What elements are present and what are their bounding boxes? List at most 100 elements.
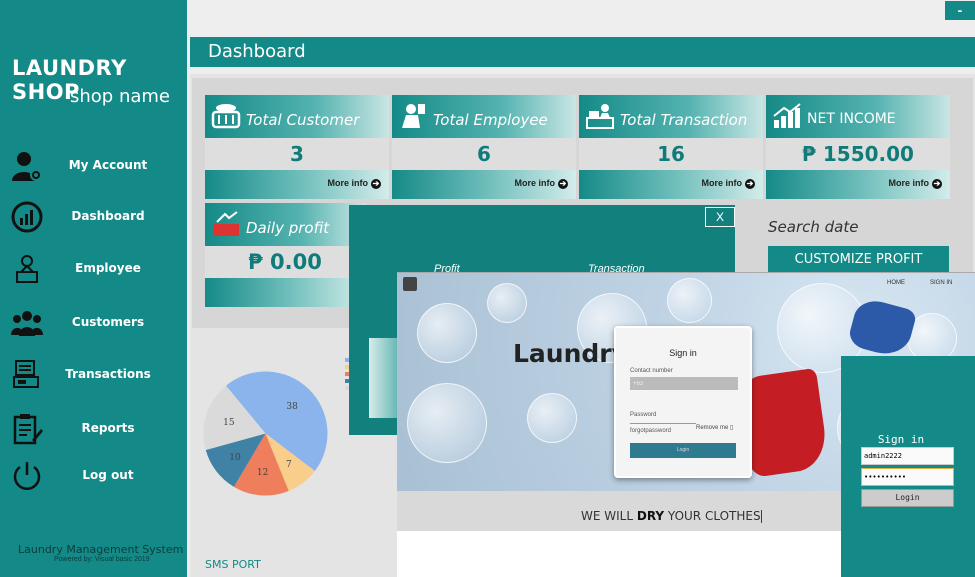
card-daily-profit: Daily profit ₱ 0.00 — [205, 203, 365, 307]
contact-number-input[interactable] — [630, 377, 738, 390]
sidebar-item-label: Reports — [81, 421, 135, 435]
card-header: Total Customer — [205, 95, 389, 138]
nav-signin-link[interactable]: SIGN IN — [930, 280, 952, 286]
basket-icon — [211, 104, 241, 129]
card-title: Total Customer — [246, 111, 360, 129]
login-button[interactable]: Login — [861, 489, 954, 507]
bubble — [667, 278, 712, 323]
arrow-right-icon: ➔ — [371, 178, 381, 189]
page-title: Dashboard — [190, 37, 975, 67]
sidebar-item-label: Dashboard — [71, 209, 145, 223]
card-header: NET INCOME — [766, 95, 950, 138]
contact-label: Contact number — [630, 368, 673, 374]
sidebar-item-my-account[interactable]: My Account — [0, 145, 187, 189]
gauge-icon — [11, 201, 43, 233]
card-title: Daily profit — [246, 219, 330, 237]
tagline: WE WILL DRY YOUR CLOTHES — [581, 509, 762, 523]
card-value: 3 — [205, 138, 389, 170]
site-logo[interactable] — [403, 277, 417, 291]
sidebar-item-label: Transactions — [65, 367, 151, 381]
bubble — [417, 303, 477, 363]
more-info-link[interactable]: More info ➔ — [579, 170, 763, 199]
card-total-employee: Total Employee 6 More info ➔ — [392, 95, 576, 199]
password-input[interactable] — [861, 468, 954, 486]
login-title: Sign in — [877, 433, 925, 446]
bubble — [407, 383, 487, 463]
card-total-transaction: Total Transaction 16 More info ➔ — [579, 95, 763, 199]
sidebar-item-dashboard[interactable]: Dashboard — [0, 196, 187, 240]
pie-data-label: 7 — [286, 460, 292, 470]
customize-profit-button[interactable]: CUSTOMIZE PROFIT — [768, 246, 949, 274]
signin-card: Sign in Contact number Password forgotpa… — [614, 326, 752, 478]
dialog-panel — [369, 338, 397, 418]
sidebar-item-label: My Account — [68, 158, 148, 172]
pie-data-label: 12 — [257, 468, 268, 478]
more-info-label: More info — [514, 178, 556, 188]
password-input[interactable] — [630, 416, 696, 424]
nav-home-link[interactable]: HOME — [887, 280, 905, 286]
card-header: Daily profit — [205, 203, 365, 246]
text-caret — [760, 510, 762, 523]
group-icon — [11, 311, 43, 336]
card-value: 16 — [579, 138, 763, 170]
close-button[interactable]: X — [705, 207, 735, 227]
more-info-link[interactable]: More info ➔ — [205, 170, 389, 199]
more-info-link[interactable]: More info ➔ — [766, 170, 950, 199]
register-icon — [13, 360, 39, 388]
card-header: Total Transaction — [579, 95, 763, 138]
growth-icon — [773, 103, 801, 128]
bubble — [487, 283, 527, 323]
more-info-label: More info — [888, 178, 930, 188]
footer-subtitle: Powered by: Visual basic 2019 — [54, 556, 150, 563]
search-date-label: Search date — [768, 218, 859, 236]
card-value: ₱ 0.00 — [205, 246, 365, 278]
pie-chart: 38 7 12 10 15 — [203, 371, 328, 496]
card-title: Total Employee — [433, 111, 548, 129]
signin-title: Sign in — [669, 348, 697, 358]
card-value: ₱ 1550.00 — [766, 138, 950, 170]
card-net-income: NET INCOME ₱ 1550.00 More info ➔ — [766, 95, 950, 199]
power-icon — [13, 462, 41, 490]
tagline-bold: DRY — [636, 509, 665, 523]
footer-title: Laundry Management System — [18, 543, 184, 556]
card-title: Total Transaction — [620, 111, 748, 129]
cashier-icon — [586, 104, 614, 129]
minimize-button[interactable]: - — [945, 1, 975, 20]
clipboard-icon — [13, 414, 43, 445]
employee-icon — [16, 255, 38, 283]
sidebar: LAUNDRY SHOP shop name My Account Dashbo… — [0, 0, 187, 577]
sidebar-item-reports[interactable]: Reports — [0, 408, 187, 452]
sms-port-link[interactable]: SMS PORT — [205, 558, 261, 571]
shop-name: shop name — [70, 86, 170, 107]
sidebar-item-label: Employee — [75, 261, 141, 275]
remember-me-checkbox[interactable]: Remove me ▯ — [696, 424, 733, 431]
worker-icon — [402, 104, 425, 128]
sidebar-item-employee[interactable]: Employee — [0, 248, 187, 292]
username-input[interactable] — [861, 447, 954, 465]
bubble — [527, 393, 577, 443]
sidebar-item-customers[interactable]: Customers — [0, 302, 187, 346]
sidebar-item-transactions[interactable]: Transactions — [0, 354, 187, 398]
more-info-label: More info — [701, 178, 743, 188]
pie-data-label: 15 — [223, 418, 235, 428]
arrow-right-icon: ➔ — [558, 178, 568, 189]
login-window: Sign in Login — [841, 356, 975, 577]
card-title: NET INCOME — [807, 111, 896, 127]
more-info-link[interactable]: More info ➔ — [392, 170, 576, 199]
card-header: Total Employee — [392, 95, 576, 138]
sidebar-item-label: Log out — [82, 468, 134, 482]
more-info-label: More info — [327, 178, 369, 188]
tagline-end: YOUR CLOTHES — [664, 509, 761, 523]
card-footer — [205, 278, 365, 307]
forgot-password-link[interactable]: forgotpassword — [630, 428, 671, 434]
login-button[interactable]: Login — [630, 443, 736, 458]
profit-icon — [213, 211, 239, 236]
arrow-right-icon: ➔ — [932, 178, 942, 189]
pie-data-label: 10 — [229, 453, 241, 463]
arrow-right-icon: ➔ — [745, 178, 755, 189]
card-total-customer: Total Customer 3 More info ➔ — [205, 95, 389, 199]
sidebar-item-logout[interactable]: Log out — [0, 455, 187, 499]
user-gear-icon — [12, 152, 42, 181]
card-value: 6 — [392, 138, 576, 170]
pie-data-label: 38 — [286, 402, 298, 412]
